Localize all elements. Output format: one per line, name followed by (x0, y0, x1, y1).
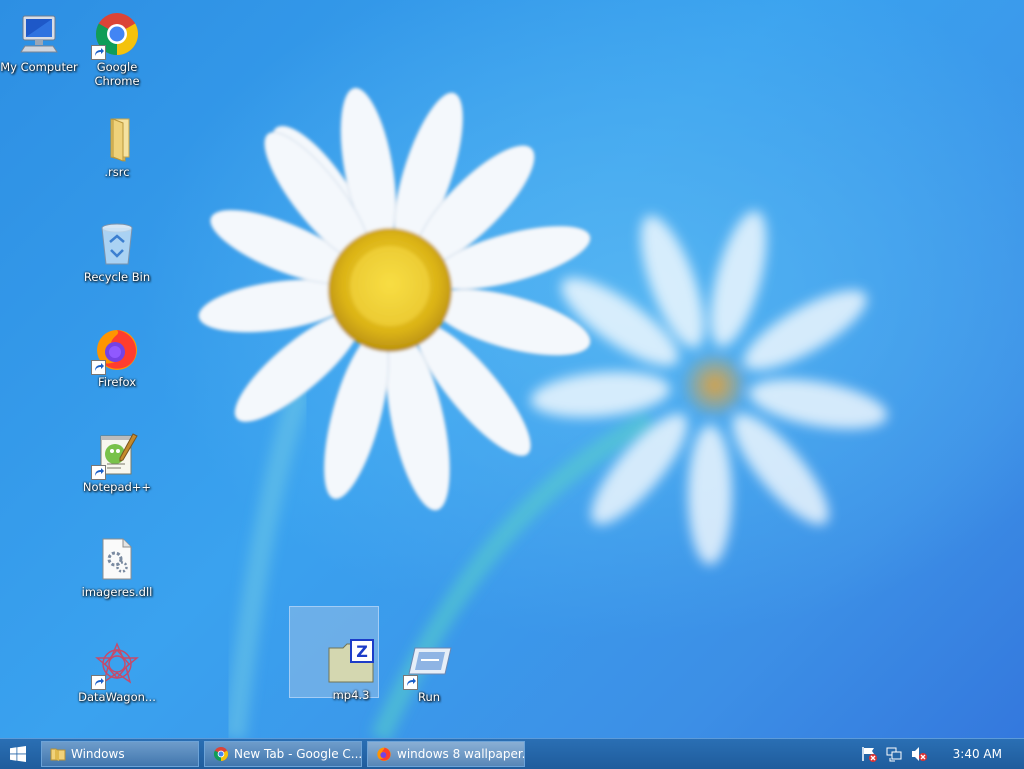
clock[interactable]: 3:40 AM (953, 747, 1002, 761)
desktop-icon-label: My Computer (0, 60, 78, 74)
desktop[interactable]: My Computer Google Chrome .rsrc Recycle … (0, 0, 1024, 738)
computer-icon (15, 10, 63, 58)
desktop-icon-firefox[interactable]: Firefox (78, 321, 156, 421)
desktop-icon-google-chrome[interactable]: Google Chrome (78, 6, 156, 106)
recycle-bin-icon (93, 220, 141, 268)
action-center-flag-icon[interactable] (860, 745, 878, 763)
svg-text:Z: Z (356, 642, 368, 661)
desktop-icon-datawagon[interactable]: DataWagon... (78, 636, 156, 736)
desktop-icon-label: imageres.dll (81, 585, 153, 599)
desktop-icon-label: Notepad++ (82, 480, 152, 494)
folder-icon (50, 748, 66, 761)
taskbar-item-label: Windows (71, 747, 125, 761)
desktop-icon-rsrc-folder[interactable]: .rsrc (78, 111, 156, 211)
desktop-icon-label: .rsrc (104, 165, 130, 179)
shortcut-arrow-icon (91, 675, 106, 690)
shortcut-arrow-icon (403, 675, 418, 690)
desktop-icon-my-computer[interactable]: My Computer (0, 6, 78, 106)
shortcut-arrow-icon (91, 465, 106, 480)
desktop-icon-label: mp4.3 (332, 688, 370, 702)
volume-muted-icon[interactable] (910, 745, 928, 763)
network-icon[interactable] (885, 745, 903, 763)
desktop-icon-run[interactable]: Run (390, 636, 468, 736)
notepad-plus-plus-icon (91, 430, 141, 480)
chrome-icon (91, 10, 141, 60)
desktop-icon-label: DataWagon... (78, 690, 156, 704)
taskbar-item-label: New Tab - Google C... (234, 747, 362, 761)
taskbar-item-firefox[interactable]: windows 8 wallpaper... (367, 741, 525, 767)
taskbar: Windows New Tab - Google C... windows 8 … (0, 738, 1024, 769)
desktop-icon-label: Recycle Bin (83, 270, 151, 284)
desktop-icon-imageres-dll[interactable]: imageres.dll (78, 531, 156, 631)
desktop-icon-label: Google Chrome (94, 60, 140, 88)
firefox-icon (91, 325, 141, 375)
zip-archive-icon: Z (327, 638, 375, 686)
folder-icon (93, 115, 141, 163)
start-button[interactable] (0, 739, 36, 769)
shortcut-arrow-icon (91, 360, 106, 375)
taskbar-item-label: windows 8 wallpaper... (397, 747, 525, 761)
desktop-icon-label: Firefox (97, 375, 137, 389)
desktop-icon-notepad-plus-plus[interactable]: Notepad++ (78, 426, 156, 526)
system-tray: 3:40 AM (860, 739, 1024, 769)
desktop-icon-recycle-bin[interactable]: Recycle Bin (78, 216, 156, 316)
firefox-icon (377, 747, 391, 761)
taskbar-item-chrome[interactable]: New Tab - Google C... (204, 741, 362, 767)
taskbar-item-windows[interactable]: Windows (41, 741, 199, 767)
dll-file-icon (93, 535, 141, 583)
datawagon-icon (91, 640, 141, 690)
desktop-icon-mp4-3[interactable]: Z mp4.3 (312, 634, 390, 734)
chrome-icon (213, 747, 229, 761)
windows-logo-icon (10, 746, 26, 762)
desktop-icon-label: Run (417, 690, 441, 704)
run-icon (403, 640, 453, 690)
shortcut-arrow-icon (91, 45, 106, 60)
